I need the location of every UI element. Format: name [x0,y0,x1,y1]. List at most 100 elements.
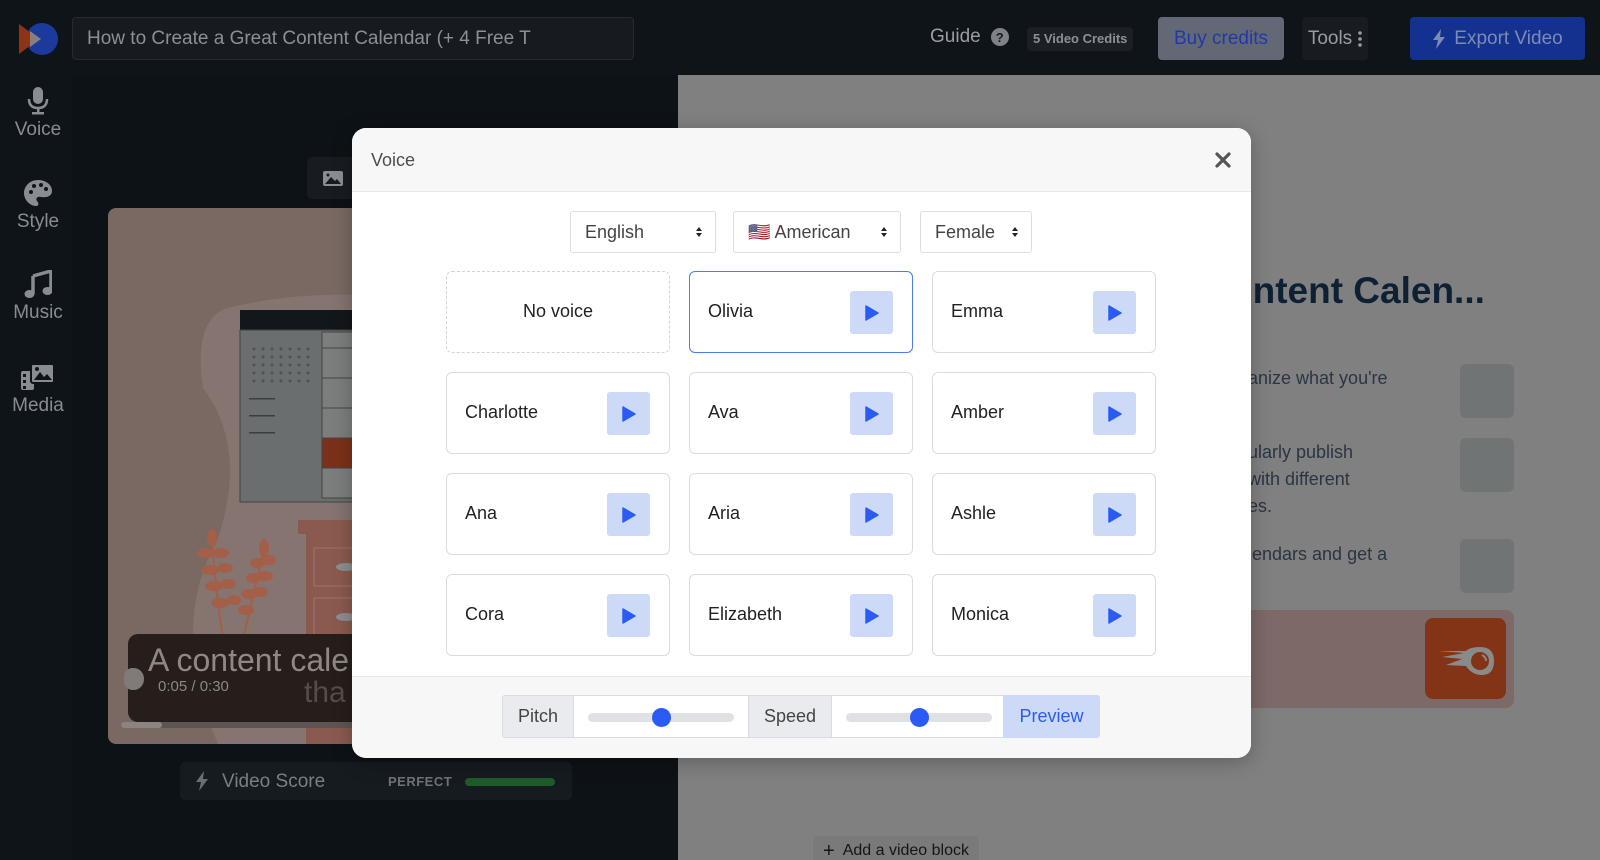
video-score-value: PERFECT [388,774,453,789]
scene-thumbnail[interactable] [1460,539,1514,593]
play-sample-button[interactable] [607,493,650,536]
top-bar: How to Create a Great Content Calendar (… [0,0,1600,75]
tools-menu-button[interactable]: Tools [1302,17,1368,60]
preview-button[interactable]: Preview [1003,695,1100,738]
play-icon [864,405,879,422]
play-sample-button[interactable] [1093,594,1136,637]
play-icon [1107,607,1122,624]
playback-scrubber[interactable] [121,722,361,728]
pitch-slider[interactable] [574,695,748,738]
play-pause-icon[interactable] [124,668,144,690]
play-sample-button[interactable] [850,392,893,435]
voice-card[interactable]: Charlotte [446,372,670,454]
voice-card[interactable]: Elizabeth [689,574,913,656]
play-sample-button[interactable] [1093,493,1136,536]
voice-name: Charlotte [465,402,539,422]
export-label: Export Video [1454,27,1563,49]
plus-icon: + [823,839,835,860]
modal-header: Voice [352,128,1251,192]
voice-card[interactable]: Ashle [932,473,1156,555]
voice-name: Elizabeth [708,604,783,624]
guide-link[interactable]: Guide ? [930,26,1009,48]
sidebar-item-media[interactable]: Media [0,361,76,417]
language-value: English [585,222,645,242]
caption-line-2: tha [304,676,346,709]
voice-name: Olivia [708,301,754,321]
project-title-input[interactable]: How to Create a Great Content Calendar (… [72,17,634,60]
video-score-label: Video Score [222,771,326,792]
microphone-icon [27,87,49,115]
sidebar-item-label: Voice [14,119,62,140]
sidebar-item-label: Music [13,302,63,323]
no-voice-option[interactable]: No voice [446,271,670,353]
voice-filters: English 🇺🇸 American Female [352,211,1251,253]
gender-value: Female [935,222,996,242]
voice-card[interactable]: Emma [932,271,1156,353]
voice-name: Ashle [951,503,997,523]
voice-modal: Voice English 🇺🇸 American Female No voic… [352,128,1251,758]
gender-select[interactable]: Female [920,211,1032,253]
voice-card[interactable]: Monica [932,574,1156,656]
play-sample-button[interactable] [850,291,893,334]
add-video-block-button[interactable]: + Add a video block [813,836,979,860]
pitch-slider-handle[interactable] [652,708,671,727]
voice-card[interactable]: Olivia [689,271,913,353]
play-icon [864,304,879,321]
document-text-line: with different [1248,469,1350,489]
flag-icon: 🇺🇸 [748,222,771,242]
document-text-line: lendars and get a [1248,544,1388,564]
video-score-panel[interactable]: Video Score PERFECT [180,762,572,800]
voice-name: Aria [708,503,741,523]
document-text-line: ularly publish [1248,442,1354,462]
help-icon: ? [990,28,1009,46]
voice-name: Ava [708,402,739,422]
sidebar-item-label: Media [12,395,64,416]
play-sample-button[interactable] [607,392,650,435]
play-icon [864,607,879,624]
voice-card[interactable]: Aria [689,473,913,555]
sidebar-item-label: Style [16,211,60,232]
speed-slider-handle[interactable] [910,708,929,727]
play-sample-button[interactable] [1093,392,1136,435]
buy-credits-button[interactable]: Buy credits [1158,17,1284,60]
play-sample-button[interactable] [607,594,650,637]
lightning-icon [196,771,208,791]
document-heading: ontent Calen... [1230,270,1485,311]
voice-card[interactable]: Ava [689,372,913,454]
speed-label: Speed [748,695,832,738]
select-arrows-icon [881,227,887,237]
close-icon[interactable] [1213,150,1233,170]
accent-select[interactable]: 🇺🇸 American [733,211,901,253]
sidebar-item-style[interactable]: Style [0,179,76,233]
voice-name: Cora [465,604,505,624]
export-video-button[interactable]: Export Video [1410,17,1585,60]
play-sample-button[interactable] [1093,291,1136,334]
voice-name: No voice [522,301,594,321]
play-sample-button[interactable] [850,493,893,536]
semrush-logo-icon [1425,618,1506,699]
voice-card[interactable]: Cora [446,574,670,656]
accent-value: American [774,222,851,242]
pitch-label: Pitch [502,695,574,738]
sidebar-item-music[interactable]: Music [0,270,76,324]
sidebar-item-voice[interactable]: Voice [0,87,76,141]
tools-label: Tools [1307,27,1353,49]
speed-slider[interactable] [832,695,1003,738]
scene-thumbnail[interactable] [1460,438,1514,492]
palette-icon [24,180,52,206]
modal-footer: Pitch Speed Preview [352,676,1251,758]
speed-track [846,708,992,727]
playback-progress [121,722,162,728]
document-text-line: anize what you're [1248,368,1388,388]
app-frame: How to Create a Great Content Calendar (… [0,0,1600,860]
scene-thumbnail[interactable] [1460,364,1514,418]
voice-card[interactable]: Ana [446,473,670,555]
voice-name: Amber [951,402,1005,422]
voice-card[interactable]: Amber [932,372,1156,454]
play-icon [621,405,636,422]
sidebar: Voice Style Music Media [0,75,72,860]
add-block-label: Add a video block [842,842,969,859]
play-sample-button[interactable] [850,594,893,637]
caption-overlay: A content cale tha 0:05 / 0:30 [124,634,388,722]
language-select[interactable]: English [570,211,716,253]
